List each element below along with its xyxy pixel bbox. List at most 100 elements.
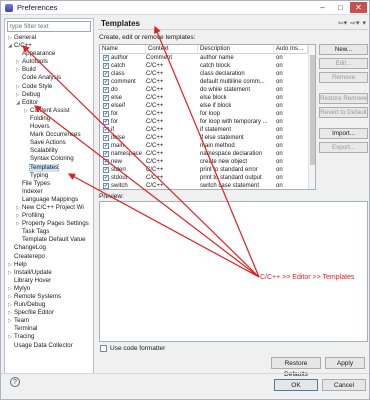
tree-item[interactable]: ▷ Code Style [5,83,93,91]
tree-item[interactable]: Createrepo [5,253,93,261]
column-header-auto-insert[interactable]: Auto Ins... [274,45,308,54]
table-scrollbar[interactable] [308,45,315,189]
tree-item[interactable]: ▷ Team [5,317,93,325]
enabled-checkbox[interactable]: ✔ [103,175,109,181]
use-code-formatter[interactable]: Use code formatter [100,345,165,352]
tree-item[interactable]: ▷ Debug [5,91,93,99]
tree-item[interactable]: Folding [5,115,93,123]
tree-item[interactable]: ▷ Tracing [5,333,93,341]
table-row[interactable]: ✔ elseif C/C++ else if block on [100,102,315,110]
tree-item[interactable]: Indexer [5,188,93,196]
side-button[interactable]: Restore Removed [319,93,368,104]
expanded-arrow-icon[interactable]: ◢ [16,99,20,107]
collapsed-arrow-icon[interactable]: ▷ [16,66,20,74]
collapsed-arrow-icon[interactable]: ▷ [16,83,20,91]
side-button[interactable]: Remove [319,72,368,83]
collapsed-arrow-icon[interactable]: ▷ [16,58,20,66]
help-icon[interactable]: ? [10,377,20,387]
apply-button[interactable]: Apply [325,357,365,369]
column-header-description[interactable]: Description [198,45,274,54]
tree-item[interactable]: Save Actions [5,139,93,147]
minimize-icon[interactable]: – [314,2,331,13]
side-button[interactable]: Revert to Default [319,107,368,118]
tree-item[interactable]: Syntax Coloring [5,155,93,163]
tree-item[interactable]: ChangeLog [5,244,93,252]
column-header-context[interactable]: Context [146,45,198,54]
side-button[interactable]: Edit... [319,58,368,69]
tree-item[interactable]: Terminal [5,325,93,333]
enabled-checkbox[interactable]: ✔ [103,63,109,69]
collapsed-arrow-icon[interactable]: ▷ [16,204,20,212]
collapsed-arrow-icon[interactable]: ▷ [16,212,20,220]
collapsed-arrow-icon[interactable]: ▷ [24,107,28,115]
enabled-checkbox[interactable]: ✔ [103,87,109,93]
restore-defaults-button[interactable]: Restore Defaults [271,357,321,378]
tree-item[interactable]: Language Mappings [5,196,93,204]
collapsed-arrow-icon[interactable]: ▷ [8,269,12,277]
tree-item[interactable]: Hovers [5,123,93,131]
tree-item[interactable]: Templates [5,163,93,172]
tree-item[interactable]: ▷ New C/C++ Project Wi [5,204,93,212]
tree-item[interactable]: ▷ Property Pages Settings [5,220,93,228]
table-row[interactable]: ✔ for C/C++ for loop on [100,110,315,118]
preview-area[interactable] [99,201,368,342]
tree-item[interactable]: Template Default Value [5,236,93,244]
table-row[interactable]: ✔ comment C/C++ default multiline comm... on [100,78,315,86]
enabled-checkbox[interactable]: ✔ [103,55,109,61]
collapsed-arrow-icon[interactable]: ▷ [8,261,12,269]
side-button[interactable]: Import... [319,128,368,139]
tree-item[interactable]: Scalability [5,147,93,155]
scrollbar-thumb[interactable] [310,55,315,165]
tree-item[interactable]: ▷ Profiling [5,212,93,220]
expanded-arrow-icon[interactable]: ◢ [8,42,12,50]
side-button[interactable]: Export... [319,142,368,153]
enabled-checkbox[interactable]: ✔ [103,103,109,109]
table-row[interactable]: ✔ catch C/C++ catch block on [100,62,315,70]
tree-item[interactable]: ▷ Autotools [5,58,93,66]
table-row[interactable]: ✔ stderr C/C++ print to standard error on [100,166,315,174]
use-code-formatter-checkbox[interactable] [100,345,107,352]
table-row[interactable]: ✔ class C/C++ class declaration on [100,70,315,78]
tree-item[interactable]: ▷ Content Assist [5,107,93,115]
table-row[interactable]: ✔ new C/C++ create new object on [100,158,315,166]
tree-item[interactable]: ▷ Run/Debug [5,301,93,309]
enabled-checkbox[interactable]: ✔ [103,111,109,117]
table-row[interactable]: ✔ main C/C++ main method on [100,142,315,150]
collapsed-arrow-icon[interactable]: ▷ [8,309,12,317]
collapsed-arrow-icon[interactable]: ▷ [8,34,12,42]
enabled-checkbox[interactable]: ✔ [103,167,109,173]
collapsed-arrow-icon[interactable]: ▷ [8,317,12,325]
enabled-checkbox[interactable]: ✔ [103,159,109,165]
table-row[interactable]: ✔ else C/C++ else block on [100,94,315,102]
tree-item[interactable]: Code Analysis [5,74,93,82]
tree-item[interactable]: ▷ General [5,34,93,42]
cancel-button[interactable]: Cancel [322,379,366,391]
enabled-checkbox[interactable]: ✔ [103,183,109,189]
tree-item[interactable]: ▷ Mylyn [5,285,93,293]
tree-item[interactable]: Usage Data Collector [5,342,93,350]
tree-item[interactable]: Library Hover [5,277,93,285]
table-row[interactable]: ✔ stdout C/C++ print to standard output on [100,174,315,182]
enabled-checkbox[interactable]: ✔ [103,95,109,101]
collapsed-arrow-icon[interactable]: ▷ [16,91,20,99]
collapsed-arrow-icon[interactable]: ▷ [8,293,12,301]
back-icon[interactable]: ⇦▾ [338,19,347,27]
side-button[interactable]: New... [319,44,368,55]
tree-item[interactable]: ▷ Install/Update [5,269,93,277]
table-row[interactable]: ✔ switch C/C++ switch case statement on [100,182,315,189]
tree-item[interactable]: Appearance [5,50,93,58]
close-icon[interactable]: ✕ [350,2,367,13]
table-row[interactable]: ✔ for C/C++ for loop with temporary ... on [100,118,315,126]
tree-item[interactable]: ▷ Help [5,261,93,269]
collapsed-arrow-icon[interactable]: ▷ [8,285,12,293]
collapsed-arrow-icon[interactable]: ▷ [8,333,12,341]
tree-item[interactable]: File Types [5,180,93,188]
tree-item[interactable]: ◢ C/C++ [5,42,93,50]
enabled-checkbox[interactable]: ✔ [103,71,109,77]
tree-item[interactable]: Task Tags [5,228,93,236]
forward-icon[interactable]: ⇨▾ [350,19,359,27]
tree-item[interactable]: ▷ Remote Systems [5,293,93,301]
column-header-name[interactable]: Name [100,45,146,54]
enabled-checkbox[interactable]: ✔ [103,143,109,149]
menu-icon[interactable]: ▾ [362,19,366,27]
